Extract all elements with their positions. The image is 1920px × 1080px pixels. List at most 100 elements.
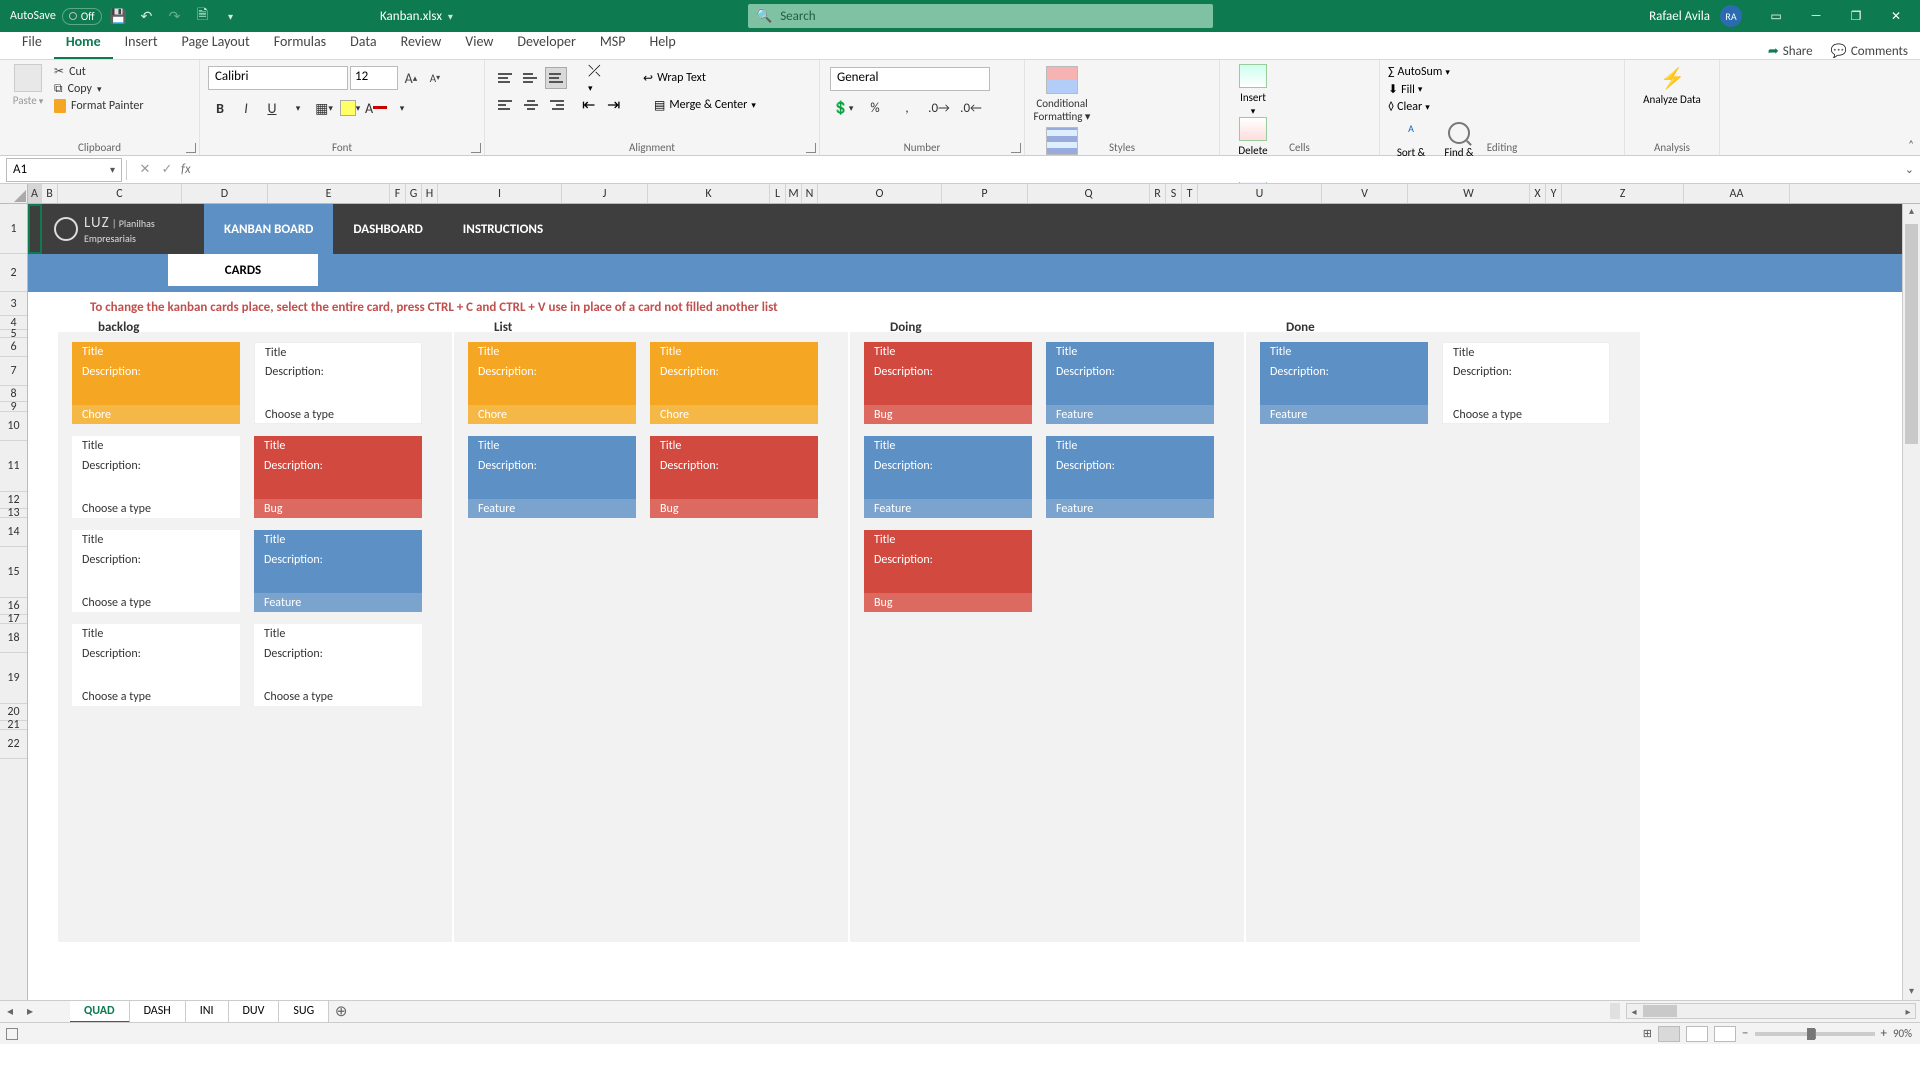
col-header-U[interactable]: U xyxy=(1198,184,1322,203)
row-header-2[interactable]: 2 xyxy=(0,254,27,292)
kanban-card[interactable]: Title Description: Bug xyxy=(650,436,818,518)
name-box-dropdown-icon[interactable]: ▾ xyxy=(110,163,115,176)
row-header-11[interactable]: 11 xyxy=(0,441,27,492)
share-button[interactable]: ➦Share xyxy=(1768,44,1813,59)
sheet-tab-quad[interactable]: QUAD xyxy=(70,1001,130,1023)
col-header-S[interactable]: S xyxy=(1166,184,1182,203)
name-box[interactable]: A1▾ xyxy=(6,158,122,182)
underline-more-icon[interactable]: ▾ xyxy=(286,96,310,120)
col-header-A[interactable]: A xyxy=(28,184,42,203)
col-header-E[interactable]: E xyxy=(268,184,390,203)
row-header-7[interactable]: 7 xyxy=(0,357,27,386)
zoom-level[interactable]: 90% xyxy=(1893,1027,1912,1040)
sheet-tab-duv[interactable]: DUV xyxy=(229,1001,280,1023)
autosum-button[interactable]: ∑AutoSum ▾ xyxy=(1388,65,1616,79)
decrease-indent-button[interactable]: ⇤ xyxy=(579,94,601,116)
col-header-M[interactable]: M xyxy=(786,184,802,203)
col-header-G[interactable]: G xyxy=(406,184,422,203)
wrap-text-button[interactable]: ↩Wrap Text xyxy=(643,71,706,86)
kanban-card[interactable]: Title Description: Choose a type xyxy=(254,342,422,424)
tab-scroll-split-icon[interactable] xyxy=(1610,1003,1620,1019)
redo-icon[interactable]: ↷ xyxy=(164,5,186,27)
formula-input[interactable] xyxy=(197,158,1920,182)
sheet-tab-sug[interactable]: SUG xyxy=(279,1001,329,1023)
bold-button[interactable]: B xyxy=(208,96,232,120)
col-header-AA[interactable]: AA xyxy=(1684,184,1790,203)
zoom-in-button[interactable]: + xyxy=(1881,1026,1887,1041)
font-color-more-icon[interactable]: ▾ xyxy=(390,96,414,120)
col-header-W[interactable]: W xyxy=(1408,184,1530,203)
normal-view-button[interactable] xyxy=(1658,1026,1680,1042)
sheet[interactable]: LUZ | PlanilhasEmpresariais KANBAN BOARD… xyxy=(28,204,1902,1000)
hscroll-thumb[interactable] xyxy=(1643,1005,1677,1017)
col-header-X[interactable]: X xyxy=(1530,184,1546,203)
select-all-button[interactable] xyxy=(0,184,28,203)
font-size-select[interactable]: 12 xyxy=(350,66,398,90)
enter-formula-icon[interactable]: ✓ xyxy=(157,162,177,177)
ribbon-tab-help[interactable]: Help xyxy=(637,27,687,59)
paste-button[interactable]: Paste ▾ xyxy=(8,64,48,113)
kanban-card[interactable]: Title Description: Feature xyxy=(1046,342,1214,424)
sheet-tab-dash[interactable]: DASH xyxy=(130,1001,186,1023)
kanban-card[interactable]: Title Description: Bug xyxy=(864,342,1032,424)
decrease-decimal-button[interactable]: .0← xyxy=(958,97,984,119)
kanban-tab-dashboard[interactable]: DASHBOARD xyxy=(333,204,442,254)
row-header-3[interactable]: 3 xyxy=(0,292,27,316)
kanban-card[interactable]: Title Description: Feature xyxy=(254,530,422,612)
ribbon-tab-insert[interactable]: Insert xyxy=(113,27,170,59)
ribbon-tab-data[interactable]: Data xyxy=(338,27,388,59)
italic-button[interactable]: I xyxy=(234,96,258,120)
col-header-Y[interactable]: Y xyxy=(1546,184,1562,203)
scroll-up-icon[interactable]: ▴ xyxy=(1903,204,1920,220)
underline-button[interactable]: U xyxy=(260,96,284,120)
kanban-card[interactable]: Title Description: Bug xyxy=(254,436,422,518)
page-break-view-button[interactable] xyxy=(1714,1026,1736,1042)
increase-font-icon[interactable]: A▴ xyxy=(400,66,422,90)
format-painter-button[interactable]: Format Painter xyxy=(54,99,144,113)
kanban-card[interactable]: Title Description: Chore xyxy=(650,342,818,424)
col-header-T[interactable]: T xyxy=(1182,184,1198,203)
kanban-tab-instructions[interactable]: INSTRUCTIONS xyxy=(443,204,563,254)
col-header-B[interactable]: B xyxy=(42,184,58,203)
zoom-out-button[interactable]: − xyxy=(1742,1026,1748,1041)
increase-indent-button[interactable]: ⇥ xyxy=(604,94,626,116)
kanban-card[interactable]: Title Description: Feature xyxy=(468,436,636,518)
kanban-cards-tab[interactable]: CARDS xyxy=(168,254,318,286)
increase-decimal-button[interactable]: .0→ xyxy=(926,97,952,119)
row-header-21[interactable]: 21 xyxy=(0,721,27,730)
ribbon-tab-page-layout[interactable]: Page Layout xyxy=(170,27,262,59)
percent-format-button[interactable]: % xyxy=(862,97,888,119)
font-name-select[interactable]: Calibri xyxy=(208,66,348,90)
col-header-F[interactable]: F xyxy=(390,184,406,203)
accounting-format-button[interactable]: 💲▾ xyxy=(830,97,856,119)
ribbon-mode-icon[interactable]: ▭ xyxy=(1758,4,1794,28)
row-header-15[interactable]: 15 xyxy=(0,547,27,598)
user-name[interactable]: Rafael Avila xyxy=(1649,9,1710,24)
row-header-9[interactable]: 9 xyxy=(0,402,27,412)
col-header-K[interactable]: K xyxy=(648,184,770,203)
align-bottom-button[interactable] xyxy=(545,67,567,89)
align-right-button[interactable] xyxy=(545,94,567,116)
fx-icon[interactable]: fx xyxy=(181,162,191,177)
ribbon-tab-review[interactable]: Review xyxy=(389,27,454,59)
col-header-N[interactable]: N xyxy=(802,184,818,203)
merge-center-button[interactable]: ▤Merge & Center ▾ xyxy=(654,98,756,113)
ribbon-tab-file[interactable]: File xyxy=(10,27,54,59)
copy-button[interactable]: ⧉Copy ▾ xyxy=(54,82,144,96)
kanban-tab-board[interactable]: KANBAN BOARD xyxy=(204,204,333,254)
search-box[interactable]: 🔍 Search xyxy=(748,4,1213,28)
kanban-card[interactable]: Title Description: Chore xyxy=(72,342,240,424)
qat-dropdown-icon[interactable]: ▾ xyxy=(220,5,242,27)
decrease-font-icon[interactable]: A▾ xyxy=(424,66,446,90)
col-header-L[interactable]: L xyxy=(770,184,786,203)
page-layout-view-button[interactable] xyxy=(1686,1026,1708,1042)
alignment-dialog-icon[interactable] xyxy=(806,143,816,153)
row-header-18[interactable]: 18 xyxy=(0,624,27,653)
col-header-C[interactable]: C xyxy=(58,184,182,203)
touch-mode-icon[interactable]: 🗎 xyxy=(192,5,214,27)
kanban-card[interactable]: Title Description: Choose a type xyxy=(72,530,240,612)
comma-format-button[interactable]: , xyxy=(894,97,920,119)
row-header-22[interactable]: 22 xyxy=(0,730,27,759)
zoom-slider[interactable] xyxy=(1755,1032,1875,1036)
filename-dropdown-icon[interactable]: ▾ xyxy=(448,10,453,23)
